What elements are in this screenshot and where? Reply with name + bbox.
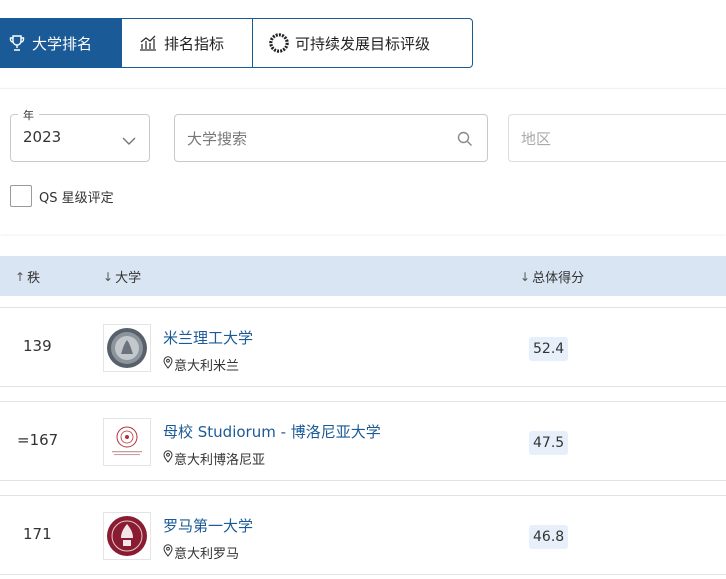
qs-stars-label: QS 星级评定 — [39, 190, 114, 206]
ranking-tabs: 大学排名 排名指标 可持续发展目标评级 — [0, 18, 473, 68]
location-text: 意大利博洛尼亚 — [174, 453, 266, 468]
overall-score: 52.4 — [529, 337, 569, 361]
university-search — [174, 114, 488, 162]
university-location: 意大利米兰 — [163, 355, 239, 374]
score-column-header[interactable]: ↓ 总体得分 — [520, 267, 585, 287]
university-logo[interactable] — [103, 512, 151, 560]
overall-score: 47.5 — [529, 431, 569, 455]
sort-down-icon: ↓ — [103, 269, 114, 284]
trophy-icon — [7, 33, 27, 53]
rank-header-label: 秩 — [27, 271, 41, 286]
university-name-link[interactable]: 米兰理工大学 — [163, 327, 253, 348]
table-row: 139 米兰理工大学 意大利米兰 52.4 — [0, 307, 726, 387]
overall-score: 46.8 — [529, 525, 569, 549]
location-text: 意大利米兰 — [174, 359, 240, 374]
polimi-logo-icon — [107, 328, 147, 368]
year-label: 年 — [18, 107, 39, 123]
university-logo[interactable] — [103, 418, 151, 466]
tab-ranking-indicators[interactable]: 排名指标 — [122, 19, 253, 67]
tab-label: 大学排名 — [32, 34, 93, 53]
sort-down-icon: ↓ — [520, 269, 531, 284]
university-column-header[interactable]: ↓ 大学 — [103, 267, 142, 287]
table-row: =167 母校 Studiorum - 博洛尼亚大学 意大利博洛尼亚 47.5 — [0, 401, 726, 481]
chevron-down-icon — [121, 131, 137, 150]
university-location: 意大利罗马 — [163, 543, 239, 562]
year-select[interactable]: 年 2023 — [10, 107, 150, 162]
location-pin-icon — [163, 356, 173, 373]
year-value: 2023 — [23, 128, 62, 146]
university-location: 意大利博洛尼亚 — [163, 449, 265, 468]
bar-chart-icon — [138, 33, 158, 53]
university-name-link[interactable]: 罗马第一大学 — [163, 515, 253, 536]
qs-stars-filter: QS 星级评定 — [10, 185, 114, 207]
tab-label: 可持续发展目标评级 — [295, 34, 431, 53]
unibo-logo-icon — [112, 426, 142, 456]
rank-value: 139 — [23, 337, 52, 355]
sapienza-logo-icon — [107, 516, 147, 556]
location-pin-icon — [163, 450, 173, 467]
sort-up-icon: ↑ — [15, 269, 26, 284]
location-text: 意大利罗马 — [174, 547, 240, 562]
region-placeholder: 地区 — [521, 130, 552, 148]
search-icon[interactable] — [457, 131, 473, 151]
tab-sdg-rating[interactable]: 可持续发展目标评级 — [253, 19, 472, 67]
region-select[interactable]: 地区 — [508, 114, 726, 162]
table-header: ↑ 秩 ↓ 大学 ↓ 总体得分 — [0, 256, 726, 296]
score-header-label: 总体得分 — [532, 271, 585, 286]
filter-panel: 年 2023 地区 QS 星级评定 — [0, 88, 726, 234]
sdg-wheel-icon — [269, 33, 289, 53]
qs-stars-checkbox[interactable] — [10, 185, 32, 207]
university-name-link[interactable]: 母校 Studiorum - 博洛尼亚大学 — [163, 421, 381, 442]
rank-column-header[interactable]: ↑ 秩 — [15, 267, 41, 287]
university-logo[interactable] — [103, 324, 151, 372]
search-input[interactable] — [187, 127, 447, 151]
rank-value: 171 — [23, 525, 52, 543]
university-header-label: 大学 — [115, 271, 142, 286]
location-pin-icon — [163, 544, 173, 561]
tab-university-rankings[interactable]: 大学排名 — [1, 19, 122, 67]
tab-label: 排名指标 — [164, 34, 225, 53]
rank-value: =167 — [17, 431, 59, 449]
table-row: 171 罗马第一大学 意大利罗马 46.8 — [0, 495, 726, 575]
